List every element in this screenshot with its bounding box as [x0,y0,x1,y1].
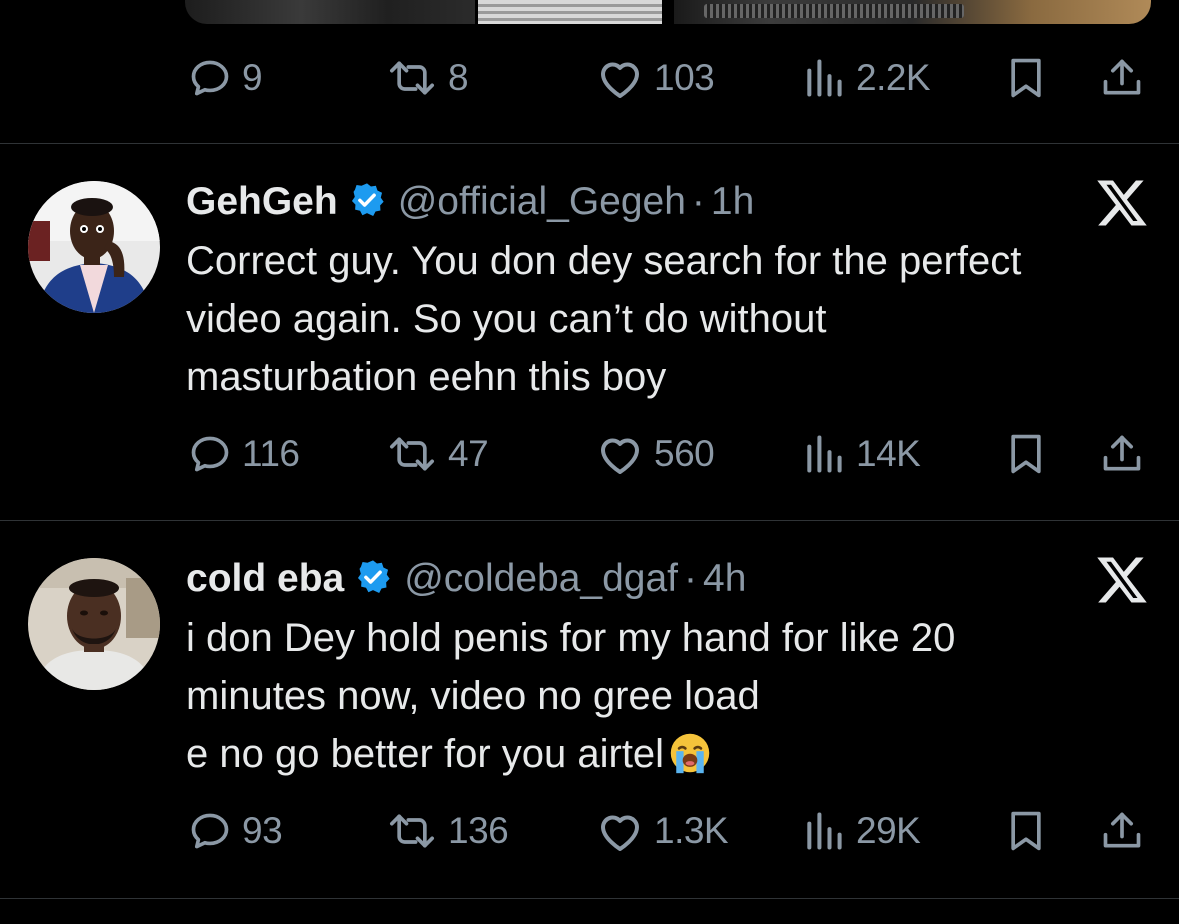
like-icon [601,62,639,98]
tweet-text-line: minutes now, video no gree load [186,674,760,718]
loudly-crying-face-icon [668,731,712,791]
verified-badge-icon [348,181,386,224]
reply-count: 93 [242,810,283,851]
views-button[interactable]: 2.2K [802,54,931,102]
bookmark-button[interactable] [1004,807,1048,855]
retweet-icon [390,437,434,471]
retweet-button[interactable]: 8 [386,54,469,102]
previous-tweet-media[interactable] [185,0,1151,24]
avatar[interactable] [28,181,160,313]
views-icon [807,59,842,97]
tweet-text-line: i don Dey hold penis for my hand for lik… [186,616,956,660]
x-logo-icon [1095,555,1149,605]
views-count: 2.2K [856,57,931,98]
share-icon [1103,59,1141,95]
user-handle[interactable]: @official_Gegeh [398,180,686,224]
tweet-actions: 116 47 560 14K [188,430,1148,478]
like-button[interactable]: 560 [596,430,715,478]
media-image-3[interactable] [674,0,1151,24]
divider [0,520,1179,521]
bookmark-icon [1011,811,1041,851]
user-handle[interactable]: @coldeba_dgaf [404,557,678,601]
share-button[interactable] [1100,54,1144,102]
like-button[interactable]: 1.3K [596,807,729,855]
views-button[interactable]: 14K [802,430,921,478]
x-logo-icon [1095,178,1149,228]
avatar[interactable] [28,558,160,690]
reply-button[interactable]: 93 [188,807,283,855]
views-icon [807,812,842,850]
retweet-count: 136 [448,810,509,851]
timestamp[interactable]: 4h [703,557,746,601]
views-count: 14K [856,433,921,474]
tweet-text-line: e no go better for you airtel [186,732,665,776]
divider [0,143,1179,144]
bookmark-button[interactable] [1004,54,1048,102]
retweet-count: 8 [448,57,469,98]
reply-button[interactable]: 116 [188,430,300,478]
separator-dot: · [691,180,705,223]
like-count: 1.3K [654,810,729,851]
views-count: 29K [856,810,921,851]
retweet-icon [390,61,434,95]
like-icon [601,815,639,851]
reply-count: 116 [242,433,300,474]
reply-icon [191,813,229,849]
reply-icon [191,436,229,472]
tweet-text-line-with-emoji: e no go better for you airtel [186,725,1146,791]
bookmark-icon [1011,58,1041,98]
share-icon [1103,812,1141,848]
reply-icon [191,60,229,96]
views-button[interactable]: 29K [802,807,921,855]
tweet-text: i don Dey hold penis for my hand for lik… [186,609,1146,791]
retweet-button[interactable]: 136 [386,807,509,855]
views-icon [807,435,842,473]
display-name[interactable]: GehGeh [186,180,338,224]
retweet-count: 47 [448,433,489,474]
reply-count: 9 [242,57,263,98]
tweet-text-line: masturbation eehn this boy [186,355,667,399]
display-name[interactable]: cold eba [186,557,344,601]
like-count: 103 [654,57,715,98]
tweet-actions-top: 9 8 103 2.2K [188,54,1148,102]
verified-badge-icon [354,558,392,601]
like-count: 560 [654,433,715,474]
media-image-2[interactable] [478,0,662,24]
like-button[interactable]: 103 [596,54,715,102]
like-icon [601,438,639,474]
share-button[interactable] [1100,430,1144,478]
tweet-text: Correct guy. You don dey search for the … [186,232,1146,406]
share-icon [1103,435,1141,471]
retweet-button[interactable]: 47 [386,430,489,478]
tweet-text-line: video again. So you can’t do without [186,297,827,341]
tweet-text-line: Correct guy. You don dey search for the … [186,239,1022,283]
media-image-1[interactable] [185,0,475,24]
separator-dot: · [684,557,698,600]
tweet-header: GehGeh @official_Gegeh · 1h [186,177,754,227]
reply-button[interactable]: 9 [188,54,263,102]
tweet-header: cold eba @coldeba_dgaf · 4h [186,554,746,604]
timestamp[interactable]: 1h [711,180,754,224]
share-button[interactable] [1100,807,1144,855]
divider [0,898,1179,899]
timeline: 9 8 103 2.2K GehGeh @official_Gegeh · 1h… [0,0,1179,924]
tweet-actions: 93 136 1.3K 29K [188,807,1148,855]
retweet-icon [390,814,434,848]
bookmark-button[interactable] [1004,430,1048,478]
bookmark-icon [1011,434,1041,474]
